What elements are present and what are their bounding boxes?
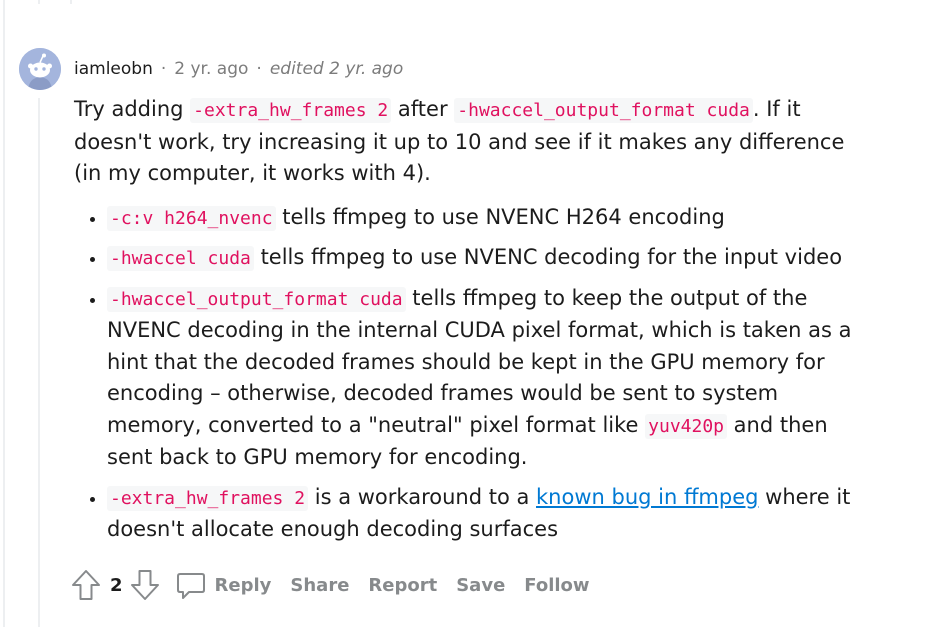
inline-code: -hwaccel cuda: [107, 246, 254, 271]
text: tells ffmpeg to use NVENC decoding for t…: [253, 245, 843, 269]
inline-code: -c:v h264_nvenc: [107, 205, 276, 231]
text: after: [391, 97, 455, 121]
comment-meta: iamleobn · 2 yr. ago · edited 2 yr. ago: [74, 57, 403, 81]
comment-timestamp[interactable]: 2 yr. ago: [174, 59, 248, 79]
vote-count: 2: [110, 574, 123, 596]
inline-code: -extra_hw_frames 2: [190, 98, 392, 123]
comment-bubble-icon: [176, 573, 205, 599]
meta-separator: ·: [256, 59, 262, 79]
inline-code: -extra_hw_frames 2: [107, 485, 309, 511]
inline-code: yuv420p: [645, 413, 727, 439]
edited-timestamp: edited 2 yr. ago: [269, 59, 404, 79]
comment-thread-line[interactable]: [38, 98, 40, 627]
report-button[interactable]: Report: [368, 575, 437, 596]
save-button[interactable]: Save: [456, 575, 505, 596]
author-username[interactable]: iamleobn: [74, 59, 153, 79]
thread-line-stub: [70, 0, 72, 4]
list-item: -hwaccel cuda tells ffmpeg to use NVENC …: [107, 242, 874, 275]
text: Try adding: [74, 97, 191, 121]
comment-body: Try adding -extra_hw_frames 2 after -hwa…: [74, 94, 874, 554]
text: is a workaround to a: [308, 484, 537, 509]
reply-label: Reply: [214, 574, 272, 596]
share-button[interactable]: Share: [290, 575, 349, 596]
parent-thread-line[interactable]: [3, 0, 5, 627]
intro-paragraph: Try adding -extra_hw_frames 2 after -hwa…: [74, 94, 874, 190]
follow-button[interactable]: Follow: [524, 575, 589, 596]
known-bug-link[interactable]: known bug in ffmpeg: [536, 485, 758, 509]
list-item: -extra_hw_frames 2 is a workaround to a …: [107, 482, 874, 546]
comment-view: iamleobn · 2 yr. ago · edited 2 yr. ago …: [0, 0, 938, 627]
inline-code: -hwaccel_output_format cuda: [454, 98, 753, 123]
comment-actions: 2 Reply Share Report Save Follow: [70, 566, 590, 604]
reddit-avatar-icon: [19, 48, 61, 90]
inline-code: -hwaccel_output_format cuda: [107, 286, 406, 312]
list-item: -hwaccel_output_format cuda tells ffmpeg…: [107, 283, 874, 474]
upvote-icon: [72, 570, 100, 600]
reply-button[interactable]: Reply: [175, 569, 272, 601]
thread-line-stub: [38, 0, 40, 4]
meta-separator: ·: [160, 59, 167, 79]
list-item: -c:v h264_nvenc tells ffmpeg to use NVEN…: [107, 202, 874, 235]
upvote-button[interactable]: [70, 569, 102, 601]
text: tells ffmpeg to use NVENC H264 encoding: [275, 204, 725, 229]
avatar[interactable]: [19, 48, 61, 90]
bullet-list: -c:v h264_nvenc tells ffmpeg to use NVEN…: [74, 202, 874, 546]
downvote-button[interactable]: [129, 569, 161, 601]
downvote-icon: [130, 570, 159, 600]
